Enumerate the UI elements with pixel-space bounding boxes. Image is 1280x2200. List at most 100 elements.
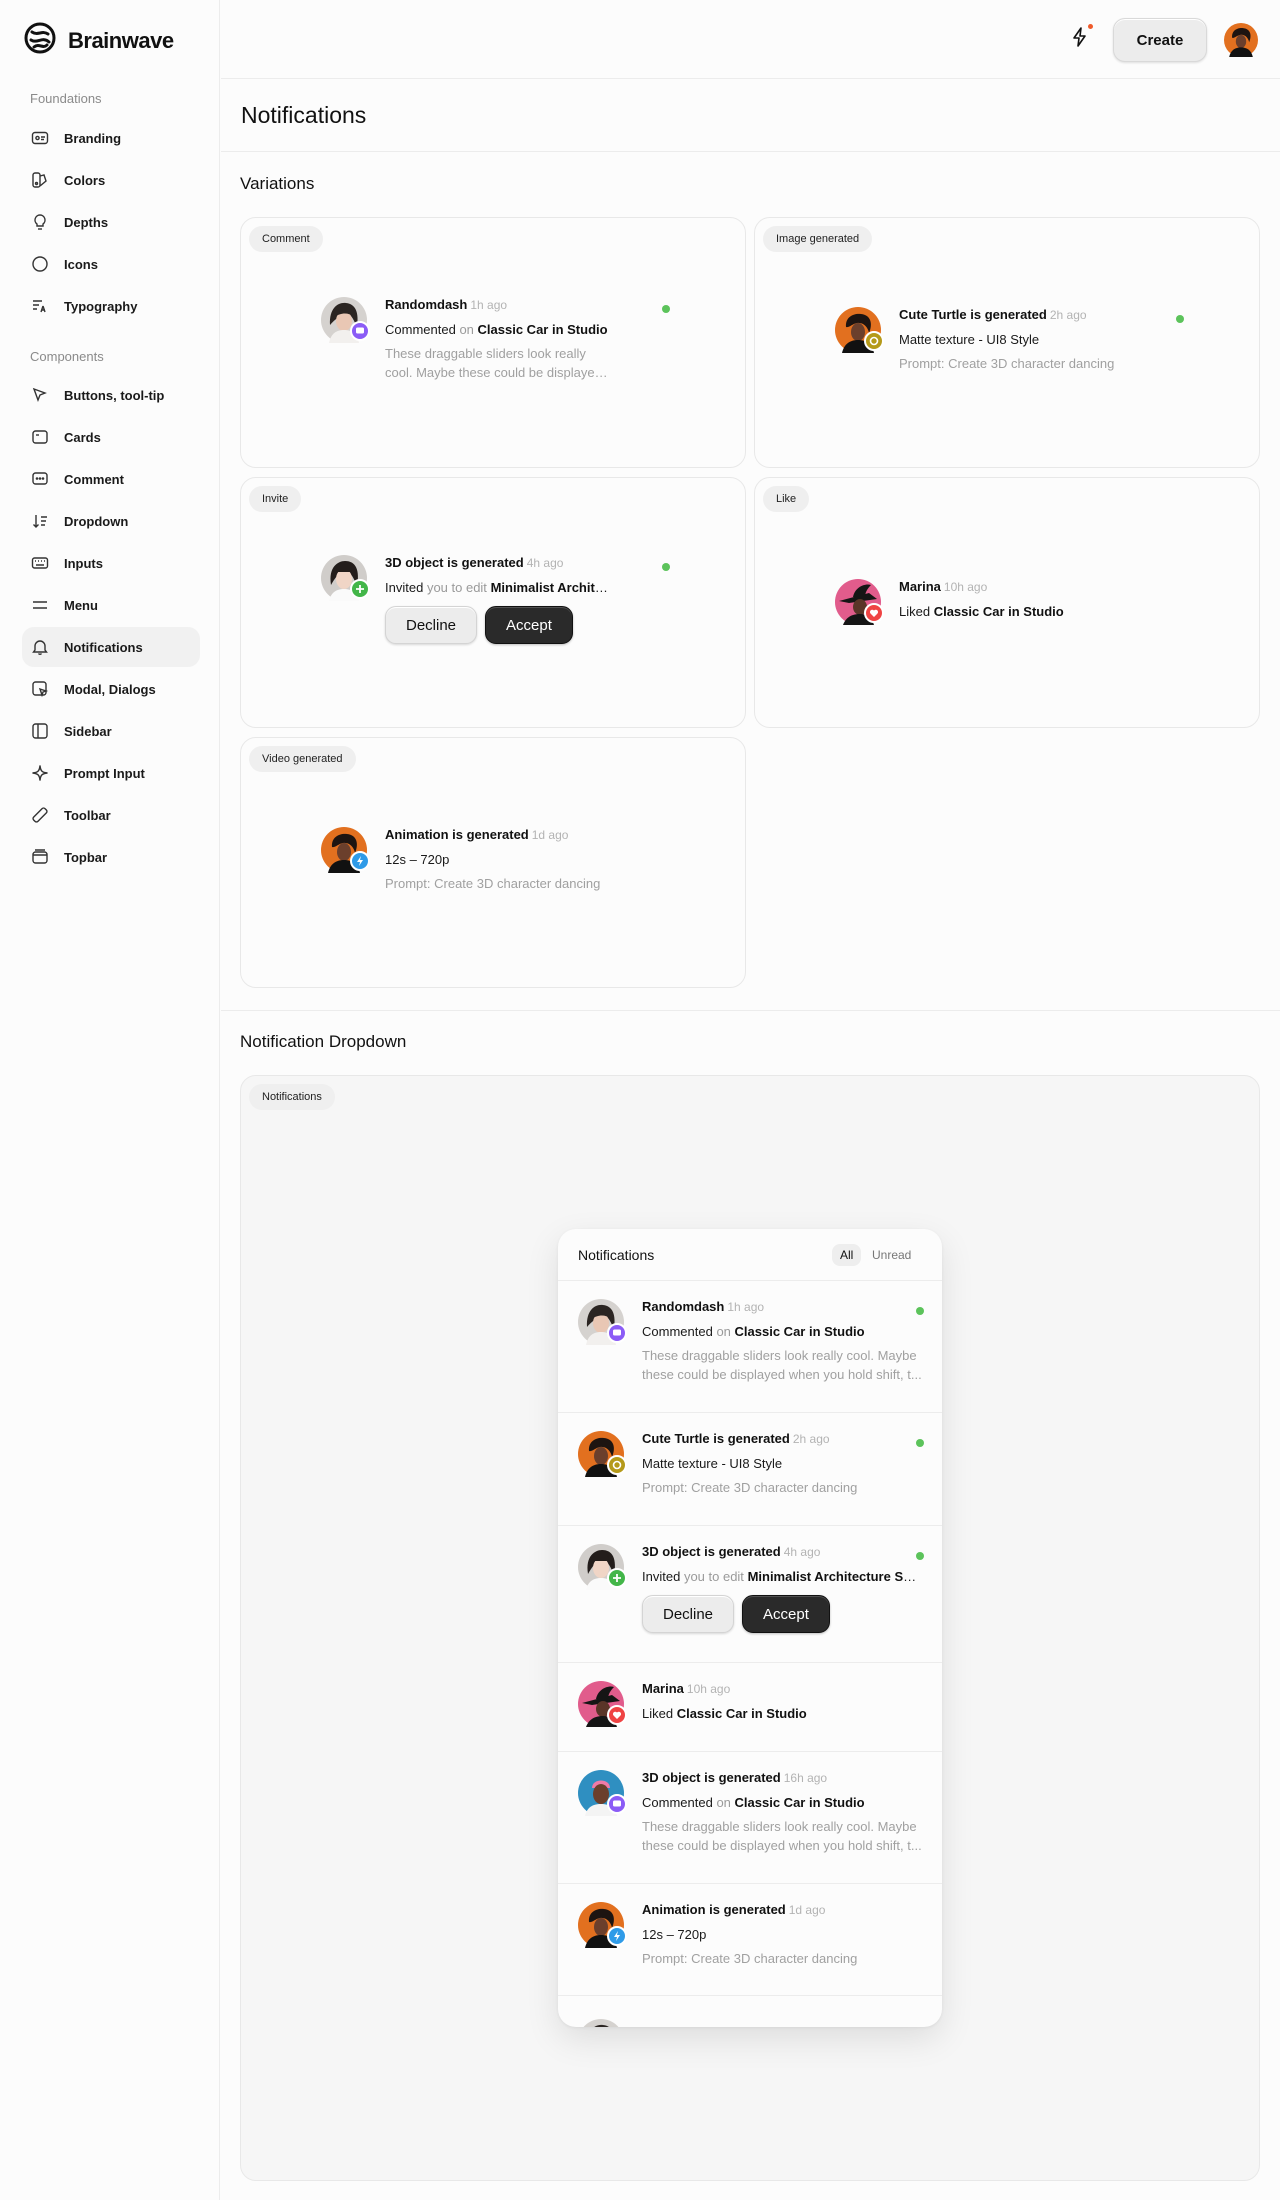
sidebar-item-sidebar[interactable]: Sidebar [22, 711, 200, 751]
sidebar-item-label: Typography [64, 298, 138, 314]
section-divider [221, 1010, 1280, 1011]
avatar [835, 307, 884, 353]
sidebar-item-label: Inputs [64, 555, 103, 571]
sort-icon [30, 511, 50, 531]
sidebar-item-menu[interactable]: Menu [22, 585, 200, 625]
sidebar-item-label: Buttons, tool-tip [64, 387, 165, 403]
topbar-icon [30, 847, 50, 867]
avatar [578, 1431, 627, 1477]
sidebar-item-label: Modal, Dialogs [64, 681, 156, 697]
variation-chip: Notifications [249, 1084, 335, 1110]
sidebar-item-inputs[interactable]: Inputs [22, 543, 200, 583]
list-item[interactable]: Marina 10h ago Liked Classic Car in Studi… [558, 1663, 942, 1752]
notification-target[interactable]: Classic Car in Studio [478, 322, 608, 337]
typography-icon [30, 296, 50, 316]
decline-button[interactable]: Decline [385, 606, 478, 644]
variations-title: Variations [240, 174, 315, 193]
notification-body: Animation is generated 1d ago 12s – 720p … [642, 1902, 922, 1968]
unread-dot [662, 305, 670, 313]
sidebar-item-buttons[interactable]: Buttons, tool-tip [22, 375, 200, 415]
avatar [835, 579, 884, 628]
sidebar-item-modal[interactable]: Modal, Dialogs [22, 669, 200, 709]
page-title: Notifications [241, 102, 367, 128]
sidebar-item-label: Notifications [64, 639, 143, 655]
avatar [578, 1681, 627, 1730]
comment-badge-icon [350, 321, 370, 346]
avatar [578, 2019, 624, 2027]
comment-badge-icon [607, 1794, 627, 1819]
notification-time: 10h ago [686, 1682, 731, 1696]
sidebar-item-label: Dropdown [64, 513, 129, 529]
sidebar-item-colors[interactable]: Colors [22, 160, 200, 200]
notification-time: 1d ago [531, 828, 569, 842]
topbar: Create [221, 0, 1280, 79]
notification-action: Liked [899, 604, 931, 619]
heart-badge-icon [607, 1705, 627, 1730]
notification-time: 4h ago [783, 1545, 821, 1559]
dropdown-header: Notifications All Unread [558, 1229, 942, 1281]
notification-target[interactable]: Classic Car in Studio [934, 604, 1064, 619]
sidebar-item-icons[interactable]: Icons [22, 244, 200, 284]
sidebar-item-branding[interactable]: Branding [22, 118, 200, 158]
sidebar-item-depths[interactable]: Depths [22, 202, 200, 242]
list-item[interactable]: Animation is generated 1d ago 12s – 720p … [558, 1884, 942, 1996]
list-item[interactable]: 3D object is generated 16h ago Commented … [558, 1752, 942, 1884]
sidebar-item-cards[interactable]: Cards [22, 417, 200, 457]
notification-target[interactable]: Classic Car in Studio [735, 1324, 865, 1339]
accept-button[interactable]: Accept [485, 606, 573, 644]
notification-prompt: Prompt: Create 3D character dancing [642, 1480, 858, 1495]
activity-button[interactable] [1065, 24, 1095, 54]
sparkle-icon [30, 763, 50, 783]
sidebar-item-topbar[interactable]: Topbar [22, 837, 200, 877]
notification-target[interactable]: Minimalist Architecture Sce... [748, 1569, 922, 1584]
sidebar-item-toolbar[interactable]: Toolbar [22, 795, 200, 835]
notification-body: 3D object is generated 4h ago Invited you… [642, 1544, 922, 1633]
sidebar-item-notifications[interactable]: Notifications [22, 627, 200, 667]
notification-author: Randomdash [385, 297, 468, 312]
sidebar-item-prompt-input[interactable]: Prompt Input [22, 753, 200, 793]
decline-button[interactable]: Decline [642, 1595, 735, 1633]
sidebar: Brainwave Foundations Branding Colors De… [0, 0, 220, 2200]
notification-target[interactable]: Minimalist Architecture Sce... [491, 580, 611, 595]
tab-unread[interactable]: Unread [864, 1244, 919, 1266]
sidebar-item-comment[interactable]: Comment [22, 459, 200, 499]
card-icon [30, 427, 50, 447]
avatar[interactable] [1224, 23, 1258, 57]
menu-icon [30, 595, 50, 615]
dropdown-title: Notifications [578, 1247, 655, 1263]
sidebar-item-label: Topbar [64, 849, 108, 865]
notification-body: 3D object is generated 16h ago Commented … [642, 1770, 922, 1855]
keyboard-icon [30, 553, 50, 573]
sidebar-item-dropdown[interactable]: Dropdown [22, 501, 200, 541]
list-item[interactable]: Cute Turtle is generated 2h ago Matte tex… [558, 1413, 942, 1526]
notification-prompt: Prompt: Create 3D character dancing [899, 356, 1115, 371]
sidebar-item-label: Comment [64, 471, 124, 487]
variation-chip: Comment [249, 226, 323, 252]
notification-body: Cute Turtle is generated 2h ago Matte tex… [642, 1431, 922, 1497]
avatar [578, 1544, 627, 1590]
notification-message: These draggable sliders look really cool… [642, 1348, 922, 1382]
notification-author: Cute Turtle is generated [642, 1431, 790, 1446]
sidebar-item-typography[interactable]: Typography [22, 286, 200, 326]
notification-connector: on [459, 322, 474, 337]
create-button[interactable]: Create [1113, 18, 1207, 62]
variation-chip: Invite [249, 486, 302, 512]
branding-icon [30, 128, 50, 148]
nav-section-foundations: Foundations [30, 91, 102, 106]
heart-badge-icon [864, 603, 884, 628]
notification-time: 1d ago [788, 1903, 826, 1917]
app-name: Brainwave [68, 27, 174, 53]
notifications-dropdown: Notifications All Unread Randomdash 1h ag… [558, 1229, 942, 2027]
notification-connector: on [716, 1795, 731, 1810]
comment-icon [30, 469, 50, 489]
list-item[interactable]: 3D object is generated 4h ago Invited you… [558, 1526, 942, 1663]
accept-button[interactable]: Accept [742, 1595, 830, 1633]
logo[interactable]: Brainwave [24, 22, 174, 59]
notification-body: Marina 10h ago Liked Classic Car in Studi… [642, 1681, 922, 1721]
tab-all[interactable]: All [832, 1244, 862, 1266]
notification-target[interactable]: Classic Car in Studio [677, 1706, 807, 1721]
unread-dot [662, 563, 670, 571]
notification-target[interactable]: Classic Car in Studio [735, 1795, 865, 1810]
notification-connector: on [716, 1324, 731, 1339]
list-item[interactable]: Randomdash 1h ago Commented on Classic Ca… [558, 1281, 942, 1413]
